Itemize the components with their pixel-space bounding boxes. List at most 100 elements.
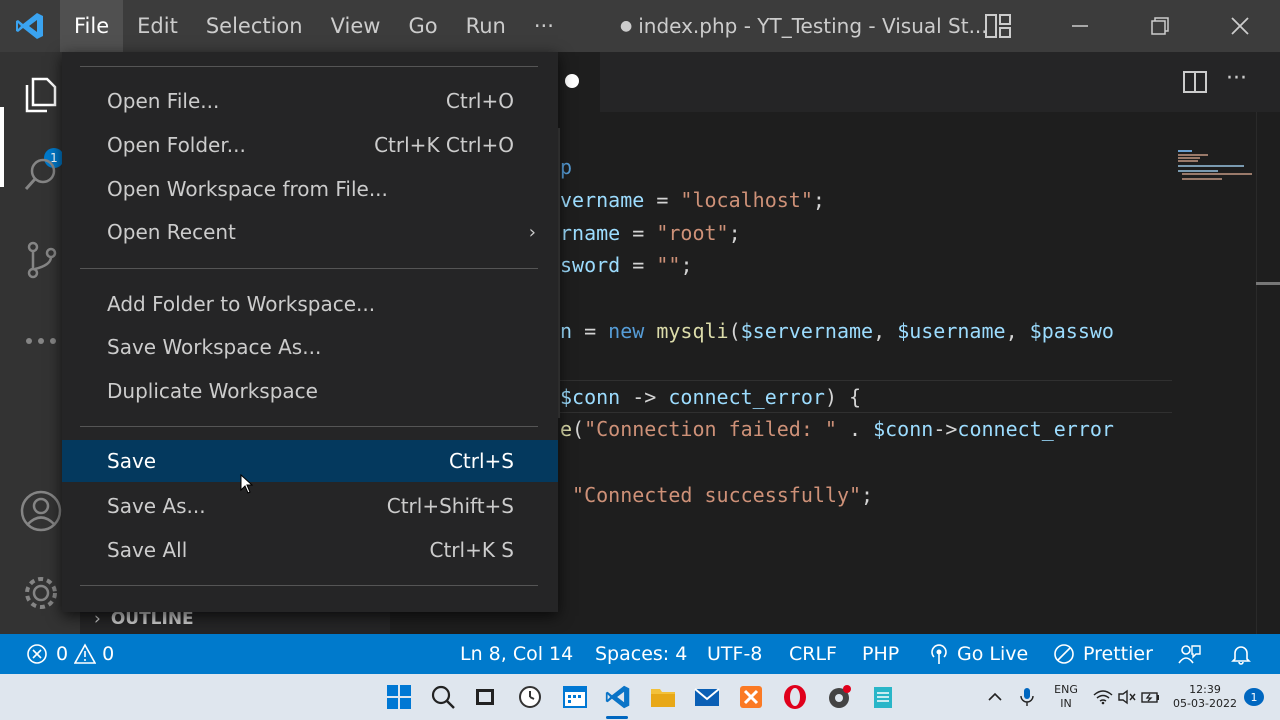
code-line[interactable]: "Connected successfully"; — [560, 479, 873, 512]
code-line[interactable]: rname = "root"; — [560, 217, 741, 250]
menu-run[interactable]: Run — [452, 0, 520, 52]
minimap[interactable] — [1172, 148, 1256, 188]
vscode-logo-icon — [0, 0, 60, 52]
menu-save-as-shortcut: Ctrl+Shift+S — [386, 494, 514, 518]
indentation-setting[interactable]: Spaces: 4 — [595, 634, 687, 674]
menu-open-folder[interactable]: Open Folder... Ctrl+K Ctrl+O — [62, 124, 558, 166]
language-mode[interactable]: PHP — [862, 634, 899, 674]
menu-more[interactable]: ··· — [520, 0, 568, 52]
menu-file[interactable]: File — [60, 0, 124, 52]
warning-count: 0 — [102, 643, 115, 665]
code-token: $conn — [873, 417, 934, 441]
menu-go[interactable]: Go — [394, 0, 451, 52]
code-token: ; — [680, 253, 693, 277]
menu-open-file-label: Open File... — [107, 89, 220, 113]
menu-separator — [80, 268, 538, 269]
cursor-position[interactable]: Ln 8, Col 14 — [460, 634, 573, 674]
unsaved-tab-dot-icon[interactable] — [565, 74, 579, 88]
xampp-icon[interactable] — [736, 682, 766, 712]
problems-indicator[interactable]: 0 0 — [26, 634, 114, 674]
file-explorer-icon[interactable] — [648, 682, 678, 712]
menu-open-workspace-label: Open Workspace from File... — [107, 177, 388, 201]
show-hidden-icons-chevron-icon[interactable] — [982, 682, 1008, 712]
code-token: "localhost" — [680, 188, 813, 212]
encoding-setting[interactable]: UTF-8 — [707, 634, 762, 674]
more-views-icon[interactable] — [18, 318, 64, 364]
clock-date-text: 05-03-2022 — [1173, 697, 1237, 710]
code-token: rname — [560, 221, 621, 245]
opera-browser-icon[interactable] — [780, 682, 810, 712]
mail-app-icon[interactable] — [692, 682, 722, 712]
code-token: e — [560, 417, 573, 441]
task-view-icon[interactable] — [470, 682, 500, 712]
menu-add-folder-workspace[interactable]: Add Folder to Workspace... — [62, 283, 558, 325]
menu-selection[interactable]: Selection — [192, 0, 317, 52]
taskbar-search-icon[interactable] — [428, 682, 458, 712]
menu-separator — [80, 585, 538, 586]
editor-more-actions-icon[interactable]: ··· — [1226, 66, 1247, 91]
code-line[interactable]: $conn -> connect_error) { — [560, 381, 861, 414]
activity-active-indicator — [0, 107, 4, 187]
menu-view[interactable]: View — [317, 0, 395, 52]
code-token: vername — [560, 188, 645, 212]
code-token: "" — [656, 253, 681, 277]
wifi-icon[interactable] — [1092, 682, 1114, 712]
notification-center-badge[interactable]: 1 — [1244, 688, 1264, 706]
volume-muted-icon[interactable] — [1116, 682, 1138, 712]
eol-setting[interactable]: CRLF — [789, 634, 837, 674]
code-token: = — [620, 253, 657, 277]
menu-save-all[interactable]: Save All Ctrl+K S — [62, 529, 558, 571]
source-control-icon[interactable] — [18, 236, 64, 282]
vertical-scrollbar[interactable] — [1256, 112, 1280, 634]
code-token: sword — [560, 253, 621, 277]
title-bar: File Edit Selection View Go Run ··· ● in… — [0, 0, 1280, 52]
clock-date[interactable]: 12:39 05-03-2022 — [1168, 683, 1242, 711]
code-line[interactable]: e("Connection failed: " . $conn->connect… — [560, 413, 1114, 446]
window-title-text: index.php - YT_Testing - Visual St... — [638, 14, 988, 38]
account-icon[interactable] — [18, 488, 64, 534]
submenu-chevron-icon: › — [528, 221, 536, 243]
code-token: mysqli — [656, 319, 729, 343]
code-line[interactable]: vername = "localhost"; — [560, 184, 825, 217]
prettier-button[interactable]: Prettier — [1053, 634, 1153, 674]
language-indicator[interactable]: ENG IN — [1050, 683, 1082, 711]
menu-open-workspace[interactable]: Open Workspace from File... — [62, 168, 558, 210]
battery-charging-icon[interactable] — [1140, 682, 1162, 712]
code-token: ( — [728, 319, 741, 343]
code-token: $conn — [560, 385, 621, 409]
windows-start-icon[interactable] — [384, 682, 414, 712]
notepad-icon[interactable] — [868, 682, 898, 712]
menu-open-file[interactable]: Open File... Ctrl+O — [62, 80, 558, 122]
explorer-icon[interactable] — [18, 70, 64, 116]
clock-app-icon[interactable] — [515, 682, 545, 712]
customize-layout-icon[interactable] — [984, 13, 1012, 39]
menu-save-as[interactable]: Save As... Ctrl+Shift+S — [62, 485, 558, 527]
menu-edit[interactable]: Edit — [123, 0, 192, 52]
vscode-taskbar-icon[interactable] — [603, 682, 633, 712]
code-token: "Connection failed: " — [584, 417, 837, 441]
code-line[interactable]: sword = ""; — [560, 249, 692, 282]
minimize-button[interactable] — [1040, 0, 1120, 52]
code-line[interactable]: p — [560, 151, 572, 184]
manage-gear-icon[interactable] — [18, 570, 64, 616]
search-icon[interactable] — [18, 152, 64, 198]
windows-taskbar: ENG IN 12:39 05-03-2022 1 — [0, 674, 1280, 720]
menu-open-recent[interactable]: Open Recent › — [62, 211, 558, 253]
record-app-icon[interactable] — [824, 682, 854, 712]
notifications-bell-icon[interactable] — [1230, 634, 1252, 674]
code-token: connect_error — [957, 417, 1114, 441]
split-editor-icon[interactable] — [1182, 70, 1208, 94]
feedback-icon[interactable] — [1178, 634, 1202, 674]
menu-separator — [80, 66, 538, 67]
restore-button[interactable] — [1120, 0, 1200, 52]
close-button[interactable] — [1200, 0, 1280, 52]
menu-save-workspace-as[interactable]: Save Workspace As... — [62, 326, 558, 368]
go-live-button[interactable]: Go Live — [928, 634, 1028, 674]
code-line[interactable]: n = new mysqli($servername, $username, $… — [560, 315, 1114, 348]
calendar-app-icon[interactable] — [560, 682, 590, 712]
scrollbar-position-marker — [1256, 282, 1280, 285]
menu-duplicate-workspace[interactable]: Duplicate Workspace — [62, 370, 558, 412]
menu-save[interactable]: Save Ctrl+S — [62, 440, 558, 482]
microphone-icon[interactable] — [1014, 682, 1040, 712]
